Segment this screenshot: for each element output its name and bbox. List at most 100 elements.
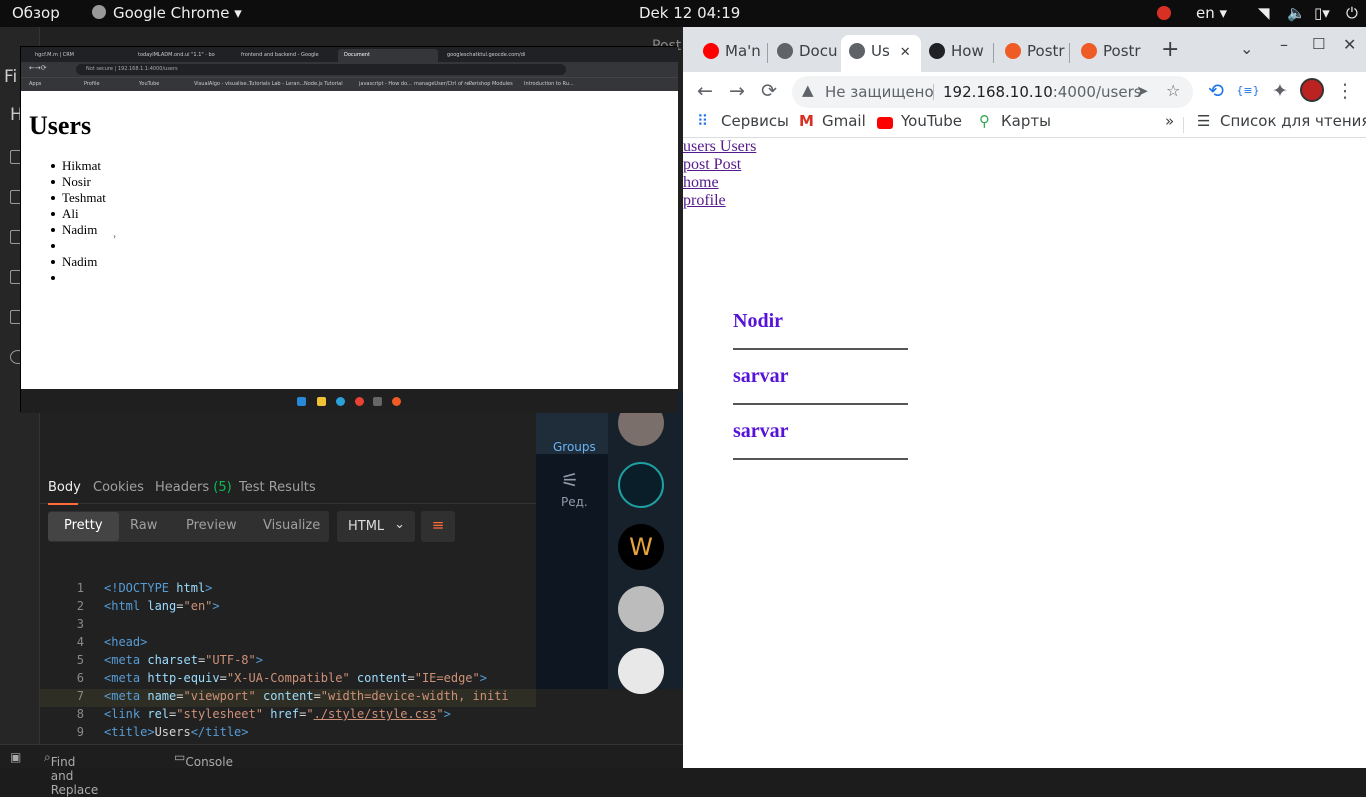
console-button[interactable]: ▭ Console bbox=[174, 750, 233, 769]
omnibox[interactable]: ▲ Не защищено 192.168.10.10:4000/users ➤… bbox=[792, 76, 1193, 108]
wrap-lines-icon[interactable]: ≡ bbox=[421, 511, 455, 542]
extensions-puzzle-icon[interactable]: ✦ bbox=[1268, 80, 1292, 102]
forward-icon[interactable]: → bbox=[725, 80, 749, 102]
nav-link[interactable]: profile bbox=[683, 192, 726, 210]
tab-test-results[interactable]: Test Results bbox=[239, 480, 316, 495]
sliders-icon[interactable]: ⚟ bbox=[561, 468, 579, 492]
code-line: 4 <head> bbox=[40, 635, 536, 653]
more-bookmarks-icon[interactable]: » bbox=[1165, 112, 1174, 130]
chrome-window: + ⌄ – ☐ ✕ Ma'n Docu Us ✕ How Postr Postr ← → ⟳… bbox=[683, 27, 1366, 768]
tab-favicon-icon bbox=[849, 43, 865, 59]
apps-grid-icon[interactable]: ⠿ bbox=[697, 112, 708, 130]
close-window-button[interactable]: ✕ bbox=[1343, 35, 1356, 54]
view-raw[interactable]: Raw bbox=[130, 518, 157, 533]
tab-cookies[interactable]: Cookies bbox=[93, 480, 144, 495]
tab-search-icon[interactable]: ⌄ bbox=[1240, 39, 1253, 58]
user-list-item: Nosir bbox=[51, 174, 106, 190]
bookmark-star-icon[interactable]: ☆ bbox=[1166, 81, 1180, 100]
json-extension-icon[interactable]: {≡} bbox=[1236, 84, 1260, 97]
minimize-button[interactable]: – bbox=[1280, 35, 1288, 54]
back-icon[interactable]: ← bbox=[693, 80, 717, 102]
tab-favicon-icon bbox=[1081, 43, 1097, 59]
chrome-menu-icon[interactable]: ⋮ bbox=[1333, 80, 1357, 102]
code-text: <meta http-equiv="X-UA-Compatible" conte… bbox=[104, 671, 487, 685]
bookmark-services[interactable]: Сервисы bbox=[721, 112, 789, 130]
clock[interactable]: Dek 12 04:19 bbox=[639, 4, 740, 22]
inner-tab: todaylMLADM.ond.ui "1.1" · bo bbox=[138, 52, 215, 58]
code-text: <!DOCTYPE html> bbox=[104, 581, 213, 595]
tab-favicon-icon bbox=[929, 43, 945, 59]
inner-bookmark: Node.js Tutorial bbox=[304, 81, 343, 87]
item-divider bbox=[733, 403, 908, 405]
tab-label: Us bbox=[871, 42, 890, 60]
format-dropdown[interactable]: HTML ⌄ bbox=[337, 511, 415, 542]
wifi-icon[interactable]: ◥ bbox=[1258, 4, 1270, 22]
tab-body[interactable]: Body bbox=[48, 480, 81, 495]
chat-avatar[interactable]: W bbox=[618, 524, 664, 570]
inner-bookmark: Profile bbox=[84, 81, 100, 87]
bookmark-maps[interactable]: Карты bbox=[1001, 112, 1051, 130]
chrome-app-icon bbox=[92, 5, 106, 19]
chat-avatar[interactable] bbox=[618, 586, 664, 632]
nav-link[interactable]: users Users bbox=[683, 138, 756, 156]
inner-bookmark: javascript - How do... bbox=[359, 81, 412, 87]
inner-url: Not secure | 192.168.1.1:4000/users bbox=[76, 64, 566, 75]
line-number: 3 bbox=[76, 617, 84, 631]
embedded-browser-screenshot[interactable]: hgcf.M.m | CRM todaylMLADM.ond.ui "1.1" ·… bbox=[20, 46, 678, 413]
close-tab-icon[interactable]: ✕ bbox=[900, 45, 911, 60]
browser-tab[interactable]: Docu bbox=[769, 35, 839, 72]
tab-headers[interactable]: Headers (5) bbox=[155, 480, 232, 495]
language-indicator[interactable]: en ▾ bbox=[1196, 4, 1227, 22]
warning-icon[interactable]: ▲ bbox=[802, 81, 814, 99]
bookmark-youtube[interactable]: YouTube bbox=[901, 112, 962, 130]
response-tabs: Body Cookies Headers (5) Test Results bbox=[40, 470, 536, 505]
inner-page-content: Users Hikmat Nosir Teshmat Ali Nadim Nadim › bbox=[21, 91, 678, 389]
extension-refresh-icon[interactable]: ⟲ bbox=[1204, 80, 1228, 102]
user-list-item: Nadim bbox=[51, 254, 106, 270]
chrome-toolbar: ← → ⟳ ▲ Не защищено 192.168.10.10:4000/u… bbox=[683, 72, 1366, 112]
inner-tab-strip: hgcf.M.m | CRM todaylMLADM.ond.ui "1.1" ·… bbox=[21, 47, 678, 62]
line-number: 4 bbox=[76, 635, 84, 649]
power-icon[interactable]: ⏻ bbox=[1346, 4, 1358, 22]
inner-bookmark: manageUser/Ctrl of re... bbox=[414, 81, 475, 87]
maximize-button[interactable]: ☐ bbox=[1312, 35, 1325, 53]
new-tab-button[interactable]: + bbox=[1161, 37, 1179, 62]
tab-favicon-icon bbox=[1005, 43, 1021, 59]
chat-avatar[interactable] bbox=[618, 462, 664, 508]
volume-icon[interactable]: 🔈 bbox=[1287, 4, 1306, 22]
code-line: 2 <html lang="en"> bbox=[40, 599, 536, 617]
user-list-item bbox=[51, 238, 106, 254]
view-pretty[interactable]: Pretty bbox=[48, 512, 119, 541]
edit-folders-label[interactable]: Ред. bbox=[561, 495, 588, 509]
nav-link[interactable]: home bbox=[683, 174, 719, 192]
chrome-icon bbox=[355, 397, 364, 406]
browser-tab[interactable]: How bbox=[921, 35, 991, 72]
tray-app-icon[interactable] bbox=[1157, 6, 1171, 20]
profile-avatar[interactable] bbox=[1300, 78, 1324, 102]
tab-separator bbox=[1069, 43, 1070, 63]
tab-separator bbox=[993, 43, 994, 63]
battery-icon[interactable]: ▯▾ bbox=[1314, 4, 1330, 22]
app-menu-button[interactable]: Google Chrome ▾ bbox=[113, 4, 242, 22]
activities-button[interactable]: Обзор bbox=[12, 4, 60, 22]
browser-tab[interactable]: Ma'n bbox=[695, 35, 765, 72]
inner-bookmark: Perishop Modules bbox=[469, 81, 513, 87]
sidebar-toggle-icon[interactable]: ▣ bbox=[10, 750, 21, 764]
browser-tab[interactable]: Postr bbox=[997, 35, 1067, 72]
browser-tab[interactable]: Us ✕ bbox=[841, 35, 921, 72]
line-number: 9 bbox=[76, 725, 84, 739]
start-icon bbox=[297, 397, 306, 406]
send-tab-icon[interactable]: ➤ bbox=[1136, 82, 1149, 100]
reading-list-button[interactable]: Список для чтения bbox=[1220, 112, 1366, 130]
bookmark-gmail[interactable]: Gmail bbox=[822, 112, 866, 130]
view-preview[interactable]: Preview bbox=[186, 518, 237, 533]
reload-icon[interactable]: ⟳ bbox=[757, 80, 781, 102]
nav-link[interactable]: post Post bbox=[683, 156, 741, 174]
telegram-icon bbox=[336, 397, 345, 406]
chat-avatar[interactable] bbox=[618, 648, 664, 694]
users-heading: Users bbox=[29, 111, 92, 140]
browser-tab[interactable]: Postr bbox=[1073, 35, 1143, 72]
groups-label: Groups bbox=[553, 440, 596, 454]
find-replace-button[interactable]: ⌕ Find and Replace bbox=[44, 750, 98, 797]
view-visualize[interactable]: Visualize bbox=[263, 518, 320, 533]
